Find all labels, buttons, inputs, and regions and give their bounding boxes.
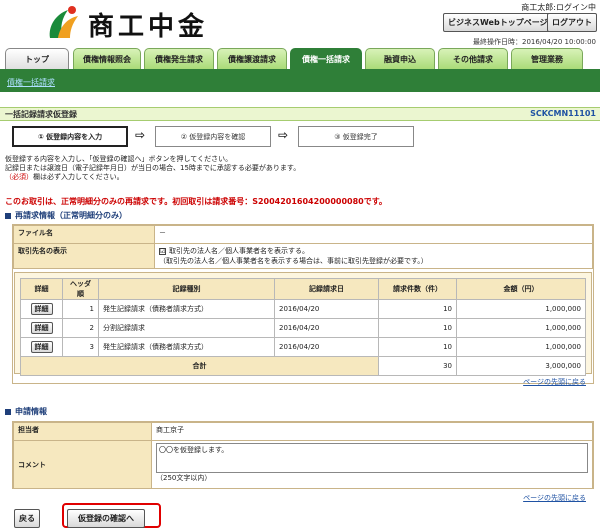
record-type: 分割記録請求 [98, 318, 275, 338]
sub-navigation [0, 73, 600, 92]
main-tabs: トップ 債権情報照会 債権発生請求 債権譲渡請求 債権一括請求 融資申込 その他… [0, 48, 600, 69]
total-label: 合計 [20, 356, 379, 376]
tab-management[interactable]: 管理業務 [511, 48, 583, 69]
resubmit-notice: このお取引は、正常明細分のみの再請求です。初回取引は請求番号：S20042016… [5, 197, 387, 206]
request-count: 10 [378, 318, 457, 338]
tab-bulk-request[interactable]: 債権一括請求 [290, 48, 362, 69]
section-title-resubmit: 再請求情報（正常明細分のみ） [5, 210, 127, 221]
checkbox-icon[interactable]: ☑ [159, 247, 166, 255]
required-note-text: 欄は必ず入力してください。 [33, 173, 124, 181]
col-header-order: ヘッダ順 [62, 278, 99, 300]
tab-claim-issue[interactable]: 債権発生請求 [144, 48, 214, 69]
required-marker: （必須） [5, 173, 33, 181]
user-status: 商工太郎:ログイン中 [521, 3, 596, 12]
tab-claim-transfer[interactable]: 債権譲渡請求 [217, 48, 287, 69]
request-date: 2016/04/20 [274, 337, 379, 357]
detail-button[interactable]: 詳細 [30, 322, 53, 334]
logo-icon [49, 6, 78, 38]
business-web-top-button[interactable]: ビジネスWebトップページへ [443, 13, 561, 32]
screen-id: SCKCMN11101 [530, 109, 596, 118]
col-request-date: 記録請求日 [274, 278, 379, 300]
request-table: 詳細 ヘッダ順 記録種別 記録請求日 請求件数（件） 金額（円） 詳細 1 発生… [20, 278, 586, 376]
person-label: 担当者 [13, 422, 152, 441]
application-info-table: 担当者 商工京子 コメント 〇〇を仮登録します。 （250文字以内） [13, 422, 593, 489]
header-order: 2 [62, 318, 99, 338]
section-square-icon [5, 408, 11, 415]
display-name-cell: ☑ 取引先の法人名／個人事業者名を表示する。 （取引先の法人名／個人事業者名を表示… [154, 243, 593, 269]
step-input: ① 仮登録内容を入力 [12, 126, 128, 147]
comment-textarea[interactable]: 〇〇を仮登録します。 [156, 443, 588, 473]
detail-button[interactable]: 詳細 [30, 303, 53, 315]
col-record-type: 記録種別 [98, 278, 275, 300]
display-name-note: （取引先の法人名／個人事業者名を表示する場合は、事前に取引先登録が必要です。） [159, 257, 428, 265]
subnav-link-bulk-request[interactable]: 債権一括請求 [7, 77, 55, 88]
header-order: 3 [62, 337, 99, 357]
table-header-row: 詳細 ヘッダ順 記録種別 記録請求日 請求件数（件） 金額（円） [20, 278, 586, 300]
back-button[interactable]: 戻る [14, 509, 40, 528]
application-panel: 担当者 商工京子 コメント 〇〇を仮登録します。 （250文字以内） [12, 421, 594, 489]
section-title-resubmit-text: 再請求情報（正常明細分のみ） [15, 211, 127, 220]
record-type: 発生記録請求（債務者請求方式） [98, 299, 275, 319]
section-title-application-text: 申請情報 [15, 407, 47, 416]
section-square-icon [5, 212, 11, 219]
table-row: 詳細 2 分割記録請求 2016/04/20 10 1,000,000 [20, 318, 586, 338]
request-count: 10 [378, 337, 457, 357]
last-operation-time: 最終操作日時：2016/04/20 10:00:00 [472, 38, 596, 46]
detail-cell: 詳細 [20, 299, 63, 319]
logout-button[interactable]: ログアウト [547, 13, 597, 32]
tab-claim-inquiry[interactable]: 債権情報照会 [73, 48, 141, 69]
comment-cell: 〇〇を仮登録します。 （250文字以内） [151, 440, 593, 489]
confirm-registration-button[interactable]: 仮登録の確認へ [67, 509, 145, 528]
table-row: 詳細 1 発生記録請求（債務者請求方式） 2016/04/20 10 1,000… [20, 299, 586, 319]
table-total-row: 合計 30 3,000,000 [20, 356, 586, 376]
table-row: 詳細 3 発生記録請求（債務者請求方式） 2016/04/20 10 1,000… [20, 337, 586, 357]
logo-text: 商工中金 [88, 12, 209, 42]
tab-top[interactable]: トップ [5, 48, 69, 69]
step-arrow-icon: ⇨ [278, 128, 289, 142]
detail-button[interactable]: 詳細 [30, 341, 53, 353]
total-count: 30 [378, 356, 457, 376]
detail-cell: 詳細 [20, 337, 63, 357]
amount: 1,000,000 [456, 299, 586, 319]
step-arrow-icon: ⇨ [135, 128, 146, 142]
person-value: 商工京子 [151, 422, 593, 441]
request-count: 10 [378, 299, 457, 319]
request-grid-panel: 詳細 ヘッダ順 記録種別 記録請求日 請求件数（件） 金額（円） 詳細 1 発生… [14, 272, 592, 376]
page-top-link[interactable]: ページの先頭に戻る [523, 493, 586, 503]
tab-other-requests[interactable]: その他請求 [438, 48, 508, 69]
file-name-value: － [154, 225, 593, 244]
request-date: 2016/04/20 [274, 299, 379, 319]
col-detail: 詳細 [20, 278, 63, 300]
page-title: 一括記録請求仮登録 [5, 110, 77, 119]
display-name-label: 取引先名の表示 [13, 243, 155, 269]
page-top-link[interactable]: ページの先頭に戻る [523, 377, 586, 387]
total-amount: 3,000,000 [456, 356, 586, 376]
display-name-option: ☑ 取引先の法人名／個人事業者名を表示する。 [159, 246, 588, 256]
instruction-required-note: （必須）欄は必ず入力してください。 [5, 172, 124, 182]
request-date: 2016/04/20 [274, 318, 379, 338]
detail-cell: 詳細 [20, 318, 63, 338]
display-name-option-text: 取引先の法人名／個人事業者名を表示する。 [169, 247, 309, 255]
col-count: 請求件数（件） [378, 278, 457, 300]
resubmit-info-table: ファイル名 － 取引先名の表示 ☑ 取引先の法人名／個人事業者名を表示する。 （取… [13, 225, 593, 269]
comment-label: コメント [13, 440, 152, 489]
tab-loan-application[interactable]: 融資申込 [365, 48, 435, 69]
step-complete: ③ 仮登録完了 [298, 126, 414, 147]
step-confirm: ② 仮登録内容を確認 [155, 126, 271, 147]
header-order: 1 [62, 299, 99, 319]
amount: 1,000,000 [456, 337, 586, 357]
amount: 1,000,000 [456, 318, 586, 338]
page-title-bar [0, 107, 600, 121]
record-type: 発生記録請求（債務者請求方式） [98, 337, 275, 357]
section-title-application: 申請情報 [5, 406, 47, 417]
file-name-label: ファイル名 [13, 225, 155, 244]
col-amount: 金額（円） [456, 278, 586, 300]
comment-hint: （250文字以内） [156, 474, 212, 482]
